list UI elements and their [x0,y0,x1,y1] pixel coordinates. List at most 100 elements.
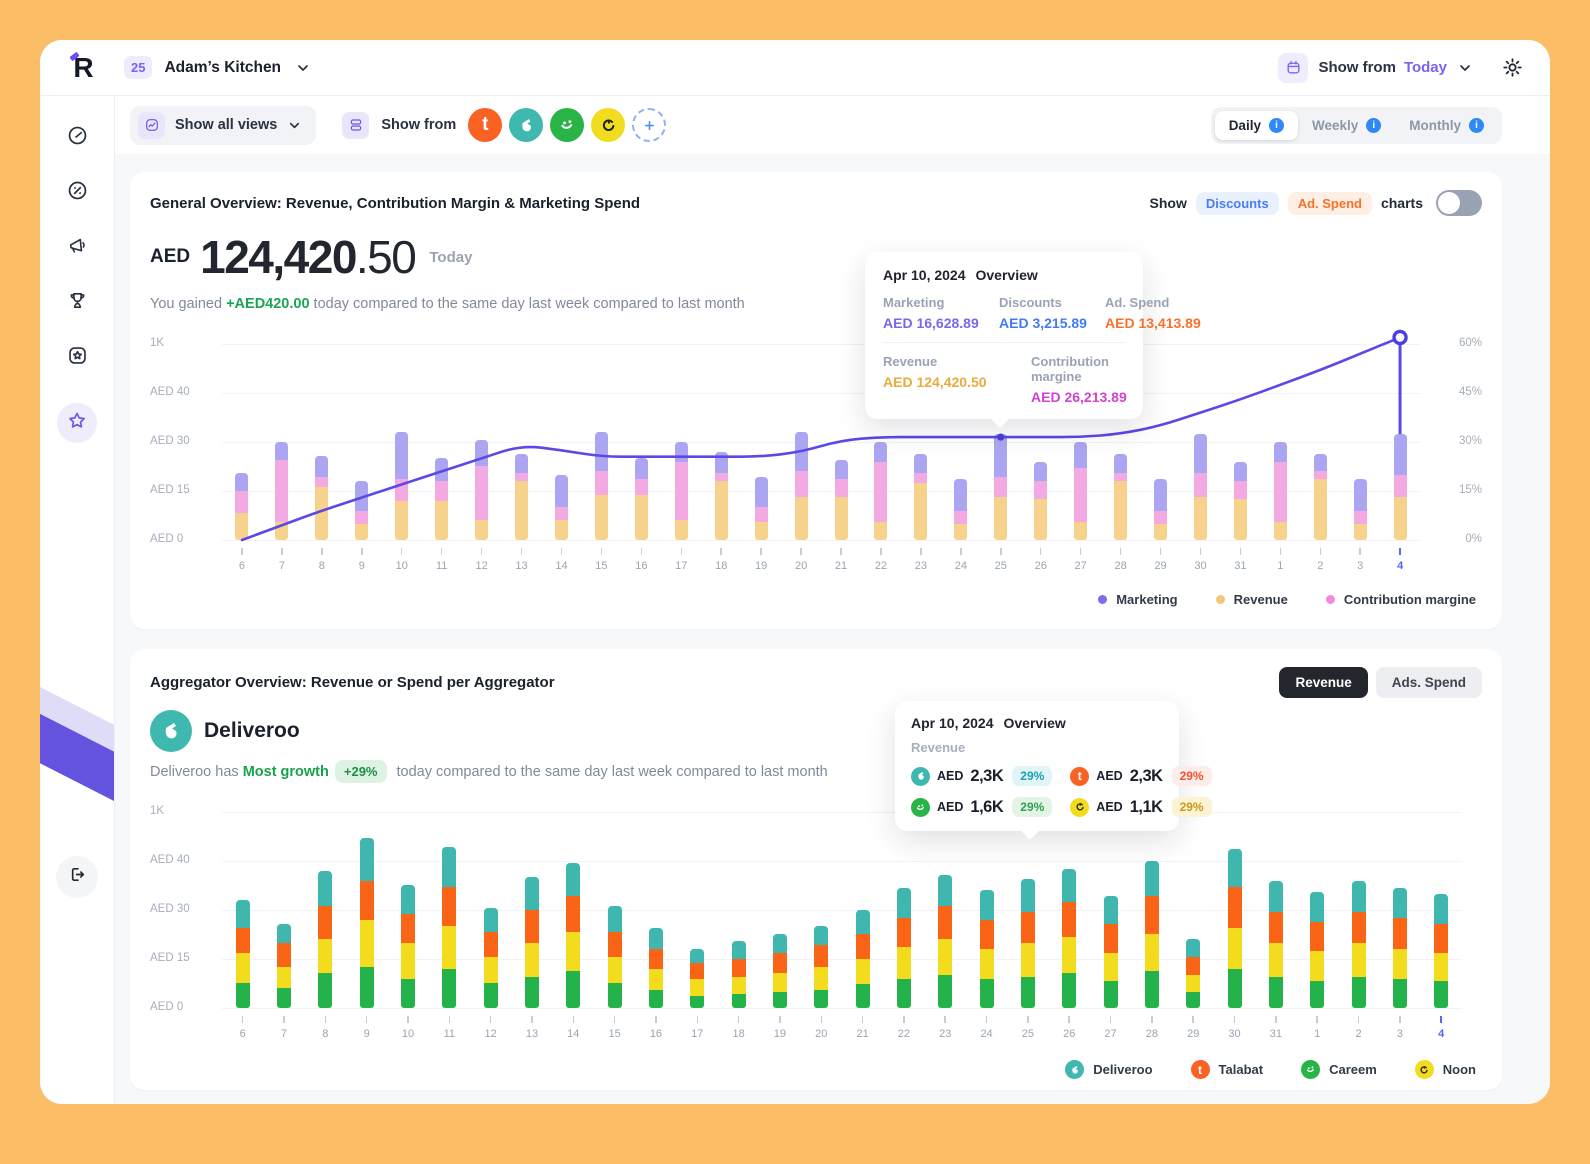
revenue-button[interactable]: Revenue [1279,667,1367,698]
daily-info-icon[interactable]: i [1269,118,1284,133]
y-axis-label: 1K [150,337,164,349]
settings-gear-icon[interactable] [1501,56,1524,79]
tab-monthly[interactable]: Monthly i [1395,111,1498,140]
bar-segment [442,887,456,926]
bar-segment [277,924,291,944]
show-from-value[interactable]: Today [1404,59,1447,76]
aggregator-chart-x-axis: 6789101112131415161718192021222324252627… [222,1016,1462,1040]
x-label-27: 27 [1061,548,1101,572]
bar-day-30[interactable] [1228,849,1242,1008]
show-from-chevron-down-icon[interactable] [1457,60,1473,76]
aggregator-chart-plot[interactable] [222,812,1462,1008]
bar-day-10[interactable] [401,885,415,1008]
bar-day-18[interactable] [732,941,746,1008]
bar-day-27[interactable] [1104,896,1118,1008]
x-label-12: 12 [470,1016,511,1040]
x-label-20: 20 [801,1016,842,1040]
x-label-2: 2 [1300,548,1340,572]
legend-item-contribution: Contribution margine [1326,592,1476,607]
weekly-info-icon[interactable]: i [1366,118,1381,133]
discounts-chip[interactable]: Discounts [1196,192,1279,215]
sidebar-item-discounts[interactable] [57,173,97,213]
bar-day-2[interactable] [1352,881,1366,1008]
x-label-17: 17 [661,548,701,572]
aggregator-chart[interactable]: 6789101112131415161718192021222324252627… [150,796,1482,1048]
sidebar-item-achievements[interactable] [57,283,97,323]
bar-day-9[interactable] [360,838,374,1008]
tab-daily[interactable]: Daily i [1215,111,1298,140]
bar-day-6[interactable] [236,900,250,1008]
bar-day-16[interactable] [649,928,663,1008]
sidebar-item-badges[interactable] [57,338,97,378]
bar-day-29[interactable] [1186,939,1200,1008]
careem-avatar[interactable] [550,108,584,142]
bar-day-23[interactable] [938,875,952,1008]
bar-day-19[interactable] [773,934,787,1008]
bar-segment [1434,924,1448,953]
bar-day-17[interactable] [690,949,704,1008]
sidebar-item-dashboard[interactable] [57,118,97,158]
bar-segment [484,957,498,982]
bar-day-28[interactable] [1145,861,1159,1008]
monthly-info-icon[interactable]: i [1469,118,1484,133]
workspace-chevron-down-icon[interactable] [295,60,311,76]
bar-day-14[interactable] [566,863,580,1008]
add-aggregator-button[interactable] [632,108,666,142]
bar-segment [1186,992,1200,1008]
bar-segment [318,973,332,1008]
bar-day-24[interactable] [980,890,994,1008]
x-label-3: 3 [1379,1016,1420,1040]
sidebar-item-favorites[interactable] [57,403,97,443]
bar-day-7[interactable] [277,924,291,1008]
noon-avatar[interactable] [591,108,625,142]
show-all-views-dropdown[interactable]: Show all views [130,106,316,145]
ads-spend-button[interactable]: Ads. Spend [1376,667,1482,698]
bar-segment [938,906,952,939]
x-label-4: 4 [1421,1016,1462,1040]
bar-day-4[interactable] [1434,894,1448,1008]
workspace-name[interactable]: Adam’s Kitchen [164,59,281,77]
bar-day-13[interactable] [525,877,539,1008]
x-label-6: 6 [222,1016,263,1040]
logout-button[interactable] [56,856,98,898]
bar-day-15[interactable] [608,906,622,1008]
bar-day-20[interactable] [814,926,828,1008]
careem-icon [911,798,930,817]
bar-segment [1393,979,1407,1008]
bar-segment [649,969,663,991]
bar-day-25[interactable] [1021,879,1035,1008]
bar-segment [1186,939,1200,957]
bar-day-21[interactable] [856,910,870,1008]
bar-segment [277,988,291,1008]
deliveroo-avatar[interactable] [509,108,543,142]
bar-day-8[interactable] [318,871,332,1008]
talabat-avatar[interactable]: t [468,108,502,142]
content-area: General Overview: Revenue, Contribution … [115,154,1550,1104]
x-label-30: 30 [1214,1016,1255,1040]
ad-spend-chip[interactable]: Ad. Spend [1288,192,1372,215]
toolbar-show-from-label: Show from [381,117,456,133]
sidebar-item-marketing[interactable] [57,228,97,268]
aggregator-filter-avatars: t [468,108,666,142]
tooltip-title: Overview [976,267,1038,283]
bar-day-11[interactable] [442,847,456,1008]
bar-segment [401,943,415,978]
bar-day-1[interactable] [1310,892,1324,1008]
overview-chart[interactable]: 6789101112131415161718192021222324252627… [150,328,1482,580]
star-square-icon [66,344,89,372]
overview-chart-plot[interactable] [222,344,1420,540]
bar-segment [1145,934,1159,971]
bar-segment [484,983,498,1008]
tab-weekly[interactable]: Weekly i [1298,111,1395,140]
bar-segment [1434,894,1448,923]
bar-day-31[interactable] [1269,881,1283,1008]
bar-day-22[interactable] [897,888,911,1008]
bar-segment [1145,861,1159,896]
bar-segment [566,896,580,931]
charts-toggle[interactable] [1436,190,1482,216]
bar-segment [1228,887,1242,928]
bar-day-12[interactable] [484,908,498,1008]
bar-segment [1021,977,1035,1008]
bar-day-26[interactable] [1062,869,1076,1008]
bar-day-3[interactable] [1393,888,1407,1008]
